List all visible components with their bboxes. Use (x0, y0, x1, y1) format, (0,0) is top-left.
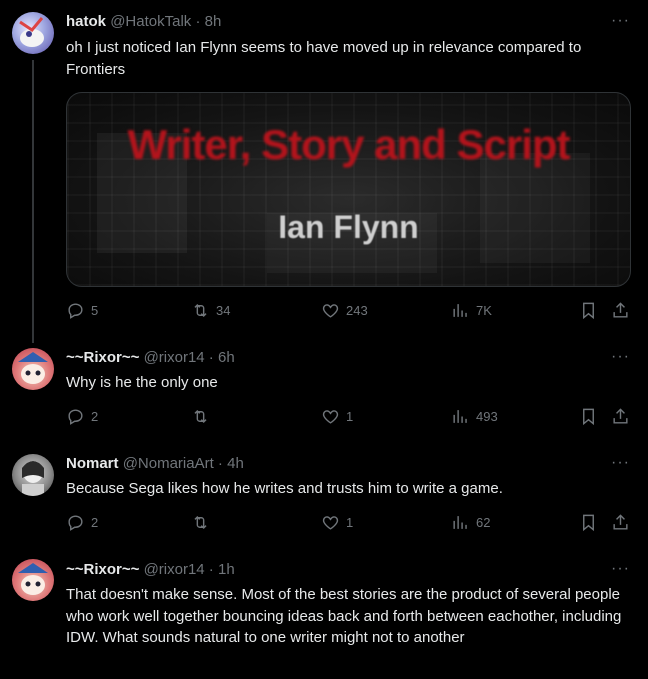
display-name[interactable]: Nomart (66, 455, 119, 472)
handle[interactable]: @NomariaArt (123, 455, 214, 472)
avatar-rixor[interactable] (12, 559, 54, 601)
tweet-header: Nomart @NomariaArt · 4h (66, 454, 244, 474)
avatar-nomart[interactable] (12, 454, 54, 496)
views-count: 7K (476, 303, 492, 318)
handle[interactable]: @rixor14 (144, 349, 205, 366)
media-title-text: Writer, Story and Script (127, 121, 571, 168)
tweet-header: hatok @HatokTalk · 8h (66, 12, 221, 32)
reply-icon (68, 303, 83, 319)
separator: · (191, 13, 205, 30)
like-button[interactable]: 1 (321, 407, 353, 426)
separator: · (204, 561, 218, 578)
like-button[interactable]: 243 (321, 301, 368, 320)
display-name[interactable]: ~~Rixor~~ (66, 561, 139, 578)
avatar-rixor[interactable] (12, 348, 54, 390)
more-options-icon[interactable]: ··· (611, 560, 630, 578)
display-name[interactable]: ~~Rixor~~ (66, 349, 139, 366)
timestamp[interactable]: 8h (205, 13, 222, 30)
separator: · (213, 455, 228, 472)
more-options-icon[interactable]: ··· (611, 348, 630, 366)
tweet-actions: 2 1 493 (66, 407, 632, 429)
reply-icon (68, 409, 83, 425)
views-button[interactable]: 62 (451, 513, 490, 532)
tweet-rixor-1[interactable]: ~~Rixor~~ @rixor14 · 6h ··· Why is he th… (0, 340, 648, 446)
views-count: 62 (476, 515, 491, 530)
views-icon (453, 516, 467, 529)
timestamp[interactable]: 6h (218, 349, 235, 366)
repost-button[interactable] (191, 407, 210, 426)
views-button[interactable]: 493 (451, 407, 498, 426)
share-icon (613, 514, 628, 530)
like-count: 1 (346, 409, 354, 424)
handle[interactable]: @rixor14 (144, 561, 205, 578)
reply-icon (68, 515, 83, 531)
bookmark-icon (583, 514, 594, 532)
avatar-rixor-art (18, 352, 48, 384)
like-count: 243 (346, 303, 368, 318)
tweet-actions: 2 1 62 (66, 513, 632, 535)
views-icon (453, 410, 467, 423)
repost-icon (194, 409, 207, 424)
reply-button[interactable]: 2 (66, 513, 98, 532)
bookmark-button[interactable] (579, 301, 598, 320)
share-button[interactable] (611, 407, 630, 426)
tweet-nomart[interactable]: Nomart @NomariaArt · 4h ··· Because Sega… (0, 446, 648, 550)
display-name[interactable]: hatok (66, 13, 106, 30)
avatar-hatok-art (19, 17, 44, 47)
tweet-hatok[interactable]: hatok @HatokTalk · 8h ··· oh I just noti… (0, 0, 648, 340)
share-icon (613, 302, 628, 318)
repost-button[interactable] (191, 513, 210, 532)
reply-count: 2 (91, 409, 99, 424)
like-button[interactable]: 1 (321, 513, 353, 532)
reply-count: 2 (91, 515, 99, 530)
timestamp[interactable]: 4h (227, 455, 244, 472)
tweet-header: ~~Rixor~~ @rixor14 · 6h (66, 348, 235, 368)
heart-icon (322, 304, 339, 318)
heart-icon (322, 516, 339, 530)
tweet-media-image[interactable]: Writer, Story and Script Ian Flynn (66, 92, 631, 287)
share-button[interactable] (611, 513, 630, 532)
views-icon (453, 304, 467, 317)
repost-button[interactable]: 34 (191, 301, 230, 320)
avatar-rixor-art (18, 563, 48, 595)
reply-button[interactable]: 5 (66, 301, 98, 320)
tweet-text: Why is he the only one (66, 374, 218, 391)
repost-icon (194, 515, 207, 530)
share-button[interactable] (611, 301, 630, 320)
avatar-hatok[interactable] (12, 12, 54, 54)
repost-icon (194, 303, 207, 318)
reply-count: 5 (91, 303, 99, 318)
tweet-text: Because Sega likes how he writes and tru… (66, 480, 503, 497)
views-count: 493 (476, 409, 498, 424)
bookmark-icon (583, 408, 594, 426)
bookmark-icon (583, 302, 594, 320)
tweet-header: ~~Rixor~~ @rixor14 · 1h (66, 560, 235, 580)
more-options-icon[interactable]: ··· (611, 12, 630, 30)
separator: · (204, 349, 218, 366)
avatar-nomart-art (22, 461, 44, 496)
bookmark-button[interactable] (579, 513, 598, 532)
media-subtitle-text: Ian Flynn (278, 209, 419, 245)
bookmark-button[interactable] (579, 407, 598, 426)
views-button[interactable]: 7K (451, 301, 492, 320)
tweet-actions: 5 34 243 7K (66, 301, 632, 323)
handle[interactable]: @HatokTalk (110, 13, 191, 30)
timestamp[interactable]: 1h (218, 561, 235, 578)
share-icon (613, 408, 628, 424)
repost-count: 34 (216, 303, 231, 318)
heart-icon (322, 410, 339, 424)
tweet-rixor-2[interactable]: ~~Rixor~~ @rixor14 · 1h ··· That doesn't… (0, 550, 648, 679)
reply-button[interactable]: 2 (66, 407, 98, 426)
like-count: 1 (346, 515, 354, 530)
tweet-text: oh I just noticed Ian Flynn seems to hav… (66, 39, 582, 78)
more-options-icon[interactable]: ··· (611, 454, 630, 472)
tweet-text: That doesn't make sense. Most of the bes… (66, 586, 622, 646)
